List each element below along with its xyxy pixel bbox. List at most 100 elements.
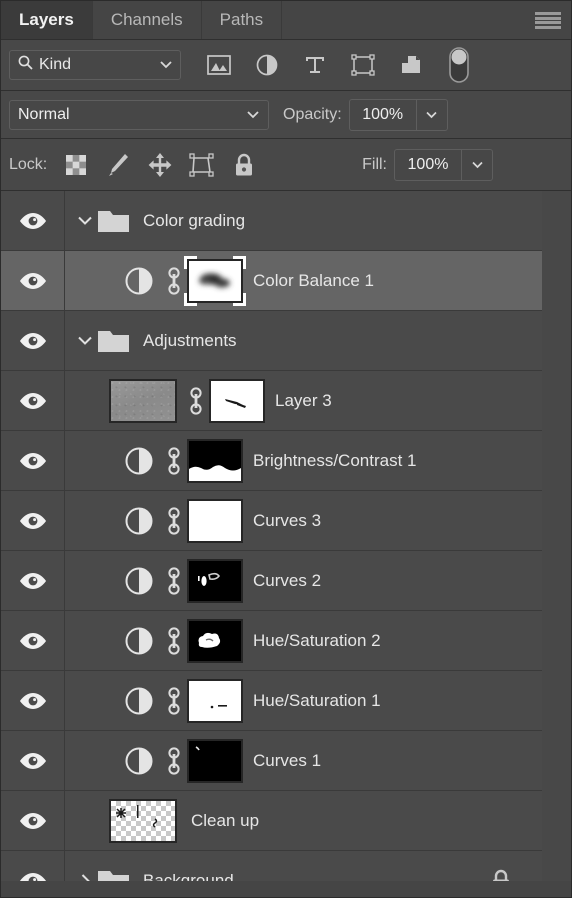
filter-kind-select[interactable]: Kind (9, 50, 181, 80)
lock-artboard-nesting-icon[interactable] (181, 145, 223, 185)
table-row[interactable]: Background (1, 851, 542, 881)
adjustment-layer-icon[interactable] (117, 506, 161, 536)
smart-object-filter-icon[interactable] (387, 45, 435, 85)
type-layer-filter-icon[interactable] (291, 45, 339, 85)
layer-visibility-toggle[interactable] (1, 431, 65, 490)
adjustment-layer-icon[interactable] (117, 266, 161, 296)
layer-visibility-toggle[interactable] (1, 371, 65, 430)
layer-locked-icon[interactable] (490, 869, 512, 881)
table-row[interactable]: Color grading (1, 191, 542, 251)
pixel-layer-filter-icon[interactable] (195, 45, 243, 85)
layer-visibility-toggle[interactable] (1, 491, 65, 550)
layer-mask-thumbnail[interactable] (184, 255, 246, 306)
fill-chevron-down-icon[interactable] (461, 149, 492, 180)
layer-mask-thumbnail[interactable] (187, 498, 243, 543)
fill-field[interactable]: 100% (394, 148, 493, 181)
lock-label: Lock: (9, 155, 48, 173)
tab-channels-label: Channels (110, 10, 183, 29)
hamburger-menu-icon[interactable] (535, 12, 561, 29)
layer-mask-thumbnail[interactable] (187, 558, 243, 603)
opacity-field[interactable]: 100% (348, 98, 448, 131)
opacity-value[interactable]: 100% (350, 100, 416, 130)
adjustment-layer-icon[interactable] (117, 566, 161, 596)
layer-mask-link-icon[interactable] (161, 446, 187, 476)
lock-transparency-icon[interactable] (55, 145, 97, 185)
tab-channels[interactable]: Channels (93, 1, 202, 39)
layer-mask-link-icon[interactable] (161, 566, 187, 596)
layer-mask-thumbnail[interactable] (187, 738, 243, 783)
table-row[interactable]: Hue/Saturation 1 (1, 671, 542, 731)
lock-all-icon[interactable] (223, 145, 265, 185)
tab-paths[interactable]: Paths (202, 1, 283, 39)
adjustment-layer-icon[interactable] (117, 446, 161, 476)
layer-mask-thumbnail[interactable] (209, 378, 265, 423)
fill-value[interactable]: 100% (395, 150, 461, 180)
tab-bar-empty-space (282, 1, 571, 39)
eye-icon (19, 692, 46, 709)
blend-mode-row: Normal Opacity: 100% (1, 91, 571, 139)
layer-mask-link-icon[interactable] (161, 506, 187, 536)
mask-selected-bracket (233, 255, 246, 269)
table-row[interactable]: Brightness/Contrast 1 (1, 431, 542, 491)
layer-name: Curves 2 (253, 570, 322, 590)
adjustment-layer-filter-icon[interactable] (243, 45, 291, 85)
eye-icon (19, 572, 46, 589)
layer-row-content: Hue/Saturation 1 (65, 671, 542, 730)
layer-row-content: Background (65, 851, 542, 881)
eye-icon (19, 272, 46, 289)
layer-row-content: Hue/Saturation 2 (65, 611, 542, 670)
opacity-chevron-down-icon[interactable] (415, 99, 447, 130)
eye-icon (19, 632, 46, 649)
layer-mask-link-icon[interactable] (161, 686, 187, 716)
filter-type-icons (195, 45, 483, 85)
blend-mode-select[interactable]: Normal (9, 99, 269, 130)
layer-visibility-toggle[interactable] (1, 851, 65, 881)
layer-name: Brightness/Contrast 1 (253, 450, 417, 470)
table-row[interactable]: Adjustments (1, 311, 542, 371)
filter-toggle-switch[interactable] (435, 45, 483, 85)
lock-image-pixels-icon[interactable] (97, 145, 139, 185)
adjustment-layer-icon[interactable] (117, 746, 161, 776)
layer-visibility-toggle[interactable] (1, 551, 65, 610)
layer-mask-link-icon[interactable] (161, 626, 187, 656)
layer-visibility-toggle[interactable] (1, 791, 65, 850)
table-row[interactable]: Curves 3 (1, 491, 542, 551)
chevron-down-icon (78, 336, 92, 345)
layer-thumbnail[interactable] (109, 378, 177, 423)
table-row[interactable]: Layer 3 (1, 371, 542, 431)
vertical-scrollbar[interactable] (542, 191, 571, 881)
table-row[interactable]: Curves 1 (1, 731, 542, 791)
eye-icon (19, 512, 46, 529)
layer-name: Curves 3 (253, 510, 322, 530)
shape-layer-filter-icon[interactable] (339, 45, 387, 85)
panel-tab-bar: Layers Channels Paths (1, 1, 571, 40)
layer-name: Adjustments (143, 330, 237, 350)
folder-icon (97, 868, 133, 881)
layer-visibility-toggle[interactable] (1, 731, 65, 790)
layer-thumbnail[interactable] (109, 798, 177, 843)
layer-mask-link-icon[interactable] (183, 386, 209, 416)
tab-layers[interactable]: Layers (1, 1, 93, 39)
lock-position-icon[interactable] (139, 145, 181, 185)
layer-mask-link-icon[interactable] (161, 746, 187, 776)
layer-mask-thumbnail[interactable] (187, 678, 243, 723)
layer-mask-thumbnail[interactable] (187, 618, 243, 663)
group-expand-toggle[interactable] (73, 873, 97, 881)
table-row[interactable]: Hue/Saturation 2 (1, 611, 542, 671)
eye-icon (19, 452, 46, 469)
group-expand-toggle[interactable] (73, 335, 97, 346)
layer-visibility-toggle[interactable] (1, 611, 65, 670)
table-row[interactable]: Color Balance 1 (1, 251, 542, 311)
layer-mask-thumbnail[interactable] (187, 438, 243, 483)
layer-visibility-toggle[interactable] (1, 251, 65, 310)
table-row[interactable]: Curves 2 (1, 551, 542, 611)
table-row[interactable]: Clean up (1, 791, 542, 851)
layer-row-content: Brightness/Contrast 1 (65, 431, 542, 490)
adjustment-layer-icon[interactable] (117, 626, 161, 656)
layer-visibility-toggle[interactable] (1, 671, 65, 730)
group-expand-toggle[interactable] (73, 215, 97, 226)
layer-visibility-toggle[interactable] (1, 191, 65, 250)
adjustment-layer-icon[interactable] (117, 686, 161, 716)
layer-mask-link-icon[interactable] (161, 266, 187, 296)
layer-visibility-toggle[interactable] (1, 311, 65, 370)
